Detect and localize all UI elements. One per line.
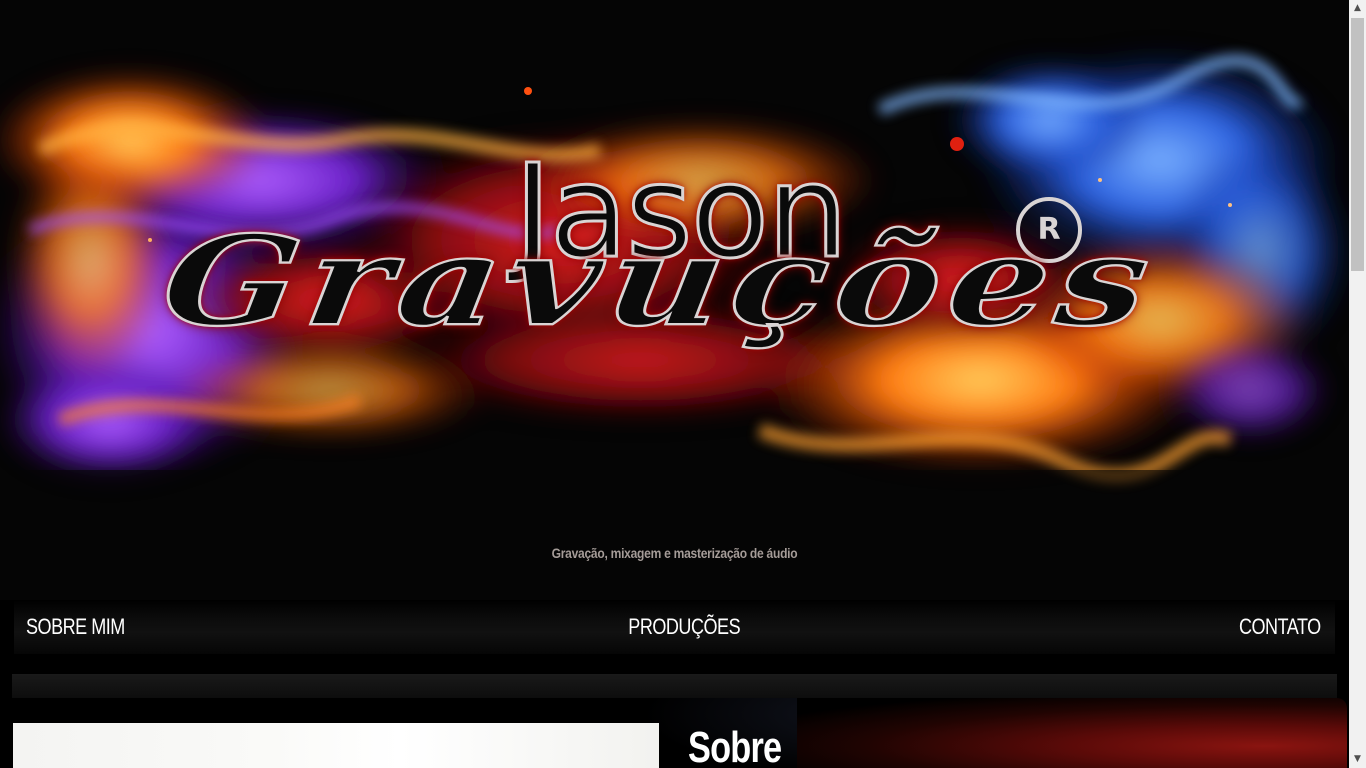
vertical-scrollbar[interactable]: ▲ ▼ <box>1349 0 1366 768</box>
scrollbar-thumb[interactable] <box>1351 18 1364 271</box>
site-tagline: Gravação, mixagem e masterização de áudi… <box>551 545 798 561</box>
nav-bottom-spacer <box>0 654 1349 674</box>
nav-link-contato[interactable]: CONTATO <box>1239 614 1321 640</box>
about-photo <box>13 723 659 768</box>
background-image-nebula <box>797 698 1347 768</box>
section-title: Sobre <box>688 723 782 768</box>
page: Jason R Gravuções Gravação, mixagem e ma… <box>0 0 1349 768</box>
chevron-down-icon[interactable]: ▼ <box>1349 751 1366 768</box>
main-navigation: SOBRE MIM PRODUÇÕES CONTATO <box>14 600 1335 654</box>
chevron-up-icon[interactable]: ▲ <box>1349 0 1366 17</box>
section-divider <box>12 674 1337 698</box>
site-header-banner: Jason R Gravuções Gravação, mixagem e ma… <box>0 0 1349 600</box>
nav-link-sobre-mim[interactable]: SOBRE MIM <box>26 614 125 640</box>
logo-text-gravacoes: Gravuções <box>153 208 1166 355</box>
about-section: Sobre <box>2 698 1347 768</box>
nav-link-producoes[interactable]: PRODUÇÕES <box>628 614 740 640</box>
